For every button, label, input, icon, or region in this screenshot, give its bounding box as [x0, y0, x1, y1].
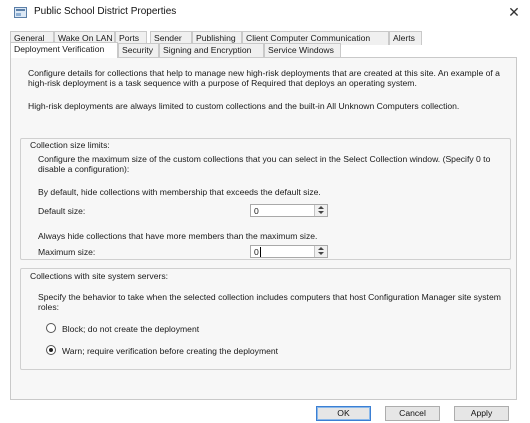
close-button[interactable]: ✕ — [504, 2, 524, 22]
intro-description: Configure details for collections that h… — [28, 68, 500, 88]
intro-note: High-risk deployments are always limited… — [28, 101, 460, 111]
spin-buttons[interactable] — [314, 246, 327, 257]
tab-signing-and-encryption[interactable]: Signing and Encryption — [159, 43, 264, 57]
collection-size-description: Configure the maximum size of the custom… — [38, 154, 491, 174]
tab-security[interactable]: Security — [118, 43, 159, 57]
default-size-value[interactable]: 0 — [254, 206, 259, 216]
maximum-size-hint: Always hide collections that have more m… — [38, 231, 318, 241]
tab-deployment-verification[interactable]: Deployment Verification — [10, 42, 118, 58]
spin-up-icon[interactable] — [318, 247, 324, 250]
spin-down-icon[interactable] — [318, 211, 324, 214]
maximum-size-label: Maximum size: — [38, 247, 96, 257]
site-system-servers-group-label: Collections with site system servers: — [28, 271, 171, 281]
block-radio[interactable] — [46, 323, 56, 333]
collection-size-group-label: Collection size limits: — [28, 140, 112, 150]
properties-window-icon — [14, 7, 27, 18]
text-cursor — [260, 247, 261, 257]
cancel-button[interactable]: Cancel — [385, 406, 440, 421]
spin-down-icon[interactable] — [318, 252, 324, 255]
apply-button[interactable]: Apply — [454, 406, 509, 421]
default-size-label: Default size: — [38, 206, 86, 216]
spin-up-icon[interactable] — [318, 206, 324, 209]
warn-radio[interactable] — [46, 345, 56, 355]
ok-button[interactable]: OK — [316, 406, 371, 421]
spin-buttons[interactable] — [314, 205, 327, 216]
maximum-size-value[interactable]: 0 — [254, 247, 259, 257]
default-size-spinner[interactable]: 0 — [250, 204, 328, 217]
tab-alerts[interactable]: Alerts — [389, 31, 422, 45]
window-title: Public School District Properties — [34, 6, 177, 17]
title-bar: Public School District Properties ✕ — [0, 0, 530, 26]
default-size-hint: By default, hide collections with member… — [38, 187, 321, 197]
maximum-size-spinner[interactable]: 0 — [250, 245, 328, 258]
site-system-servers-description: Specify the behavior to take when the se… — [38, 292, 501, 312]
warn-option-label[interactable]: Warn; require verification before creati… — [62, 346, 278, 356]
block-option-label[interactable]: Block; do not create the deployment — [62, 324, 199, 334]
tab-service-windows[interactable]: Service Windows — [264, 43, 341, 57]
